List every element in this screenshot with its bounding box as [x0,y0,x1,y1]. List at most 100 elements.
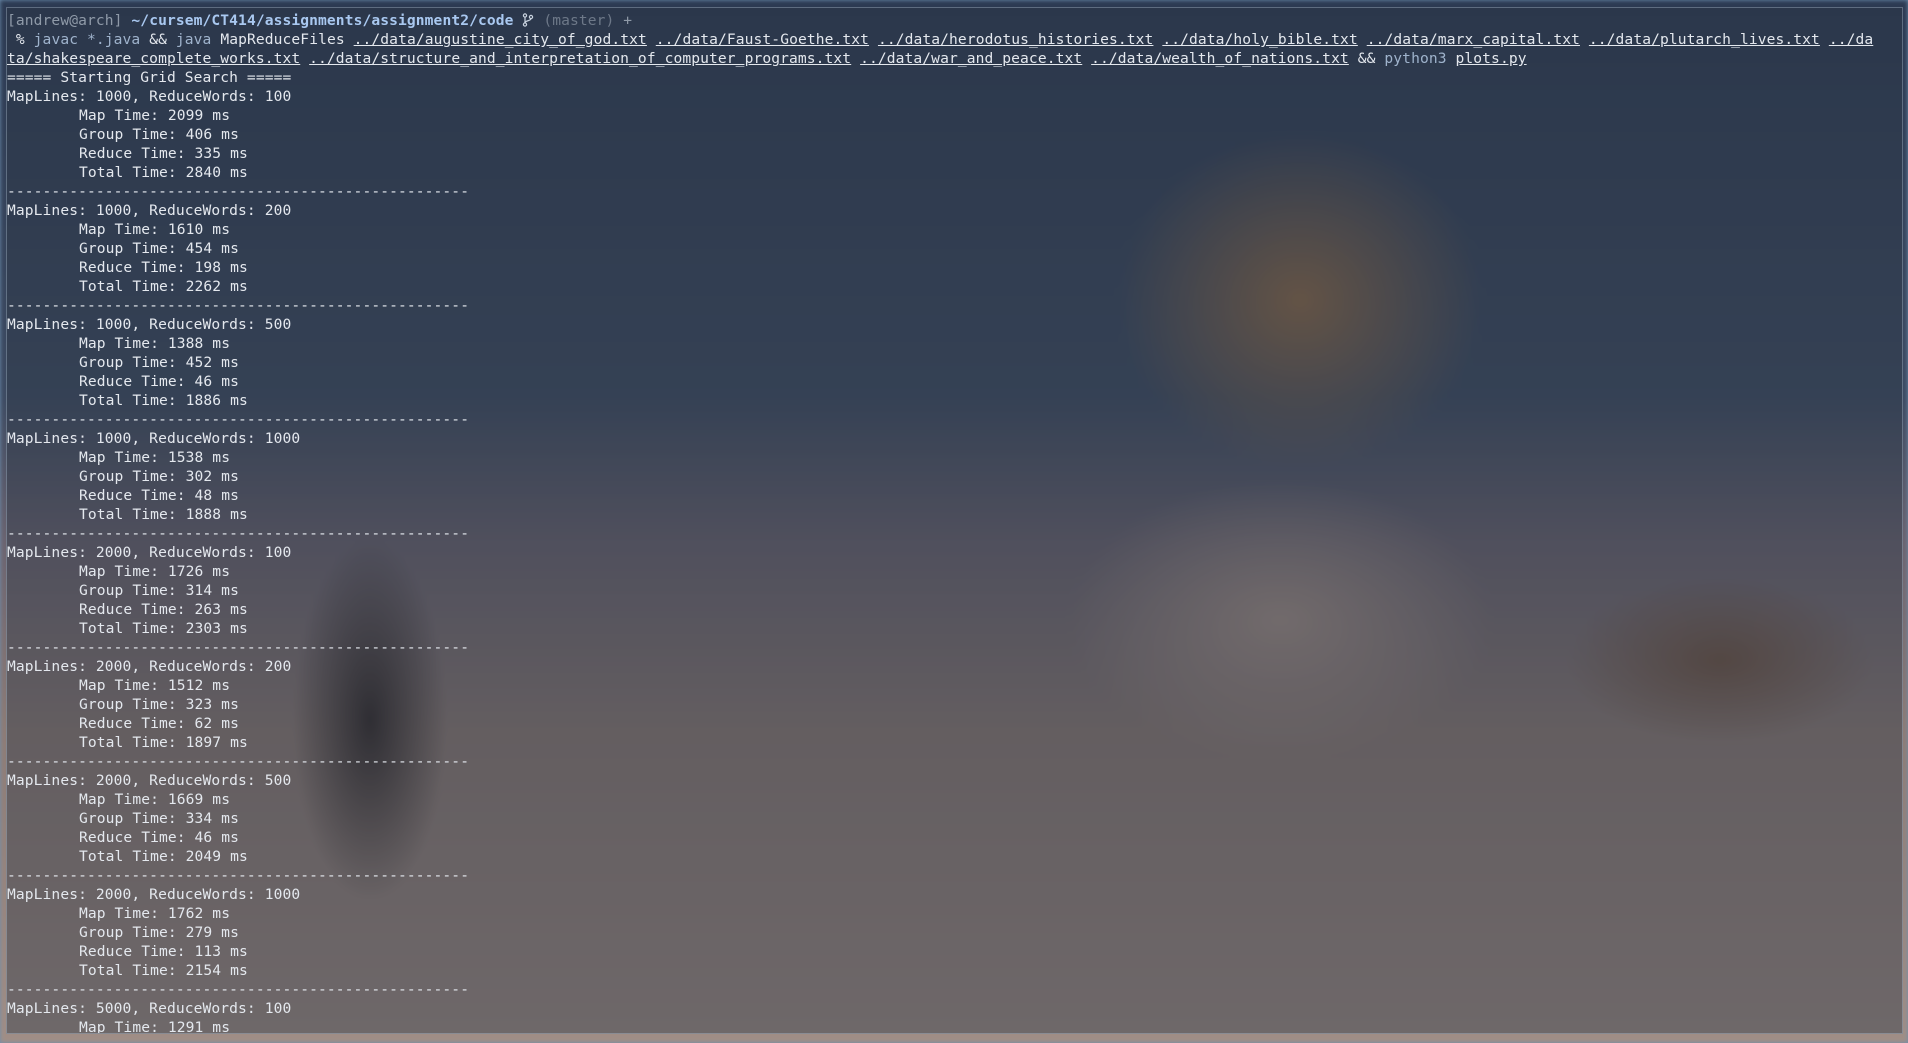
file-link[interactable]: ../data/augustine_city_of_god.txt [354,31,647,48]
run-header: MapLines: 2000, ReduceWords: 1000 [7,886,301,903]
total-time-value: 2049 ms [185,848,248,865]
command-op-and: && [149,31,167,48]
map-time-label: Map Time: [79,449,159,466]
reduce-time-value: 263 ms [194,601,248,618]
map-time-value: 1669 ms [167,791,231,808]
map-time-label: Map Time: [79,107,159,124]
group-time-row: Group Time: 314 ms [7,581,1902,600]
reduce-time-label: Reduce Time: [79,943,186,960]
reduce-time-row: Reduce Time: 46 ms [7,372,1902,391]
grid-search-banner: ===== Starting Grid Search ===== [7,69,292,86]
file-link[interactable]: ../data/Faust-Goethe.txt [656,31,869,48]
file-link[interactable]: ../data/war_and_peace.txt [860,50,1082,67]
run-header: MapLines: 2000, ReduceWords: 100 [7,544,292,561]
reduce-time-label: Reduce Time: [79,487,186,504]
run-header: MapLines: 1000, ReduceWords: 100 [7,88,292,105]
map-time-value: 1726 ms [167,563,231,580]
total-time-row: Total Time: 2049 ms [7,847,1902,866]
file-link[interactable]: ../data/herodotus_histories.txt [878,31,1153,48]
map-time-row: Map Time: 1669 ms [7,790,1902,809]
run-header: MapLines: 1000, ReduceWords: 1000 [7,430,301,447]
command-javac: javac [33,31,79,48]
total-time-row: Total Time: 2154 ms [7,961,1902,980]
reduce-time-value: 48 ms [194,487,239,504]
map-time-value: 1610 ms [167,221,231,238]
reduce-time-value: 62 ms [194,715,239,732]
group-time-value: 454 ms [185,240,239,257]
group-time-row: Group Time: 302 ms [7,467,1902,486]
separator-line: ----------------------------------------… [7,867,470,884]
map-time-label: Map Time: [79,905,159,922]
file-link-wrapped-start[interactable]: ../da [1829,31,1873,48]
reduce-time-label: Reduce Time: [79,715,186,732]
file-link[interactable]: ../data/structure_and_interpretation_of_… [309,50,851,67]
reduce-time-row: Reduce Time: 335 ms [7,144,1902,163]
file-link[interactable]: plots.py [1456,50,1527,67]
terminal-window[interactable]: [andrew@arch] ~/cursem/CT414/assignments… [6,7,1903,1034]
group-time-label: Group Time: [79,126,177,143]
separator-line: ----------------------------------------… [7,183,470,200]
total-time-value: 2840 ms [185,164,248,181]
run-result: MapLines: 2000, ReduceWords: 1000 Map Tim… [7,885,1902,999]
group-time-row: Group Time: 452 ms [7,353,1902,372]
total-time-label: Total Time: [79,962,177,979]
file-link[interactable]: ../data/marx_capital.txt [1367,31,1580,48]
reduce-time-value: 46 ms [194,373,239,390]
group-time-label: Group Time: [79,240,177,257]
file-link[interactable]: ../data/wealth_of_nations.txt [1091,50,1349,67]
group-time-label: Group Time: [79,354,177,371]
separator-line: ----------------------------------------… [7,981,470,998]
run-header: MapLines: 2000, ReduceWords: 500 [7,772,292,789]
map-time-value: 2099 ms [167,107,231,124]
separator-line: ----------------------------------------… [7,411,470,428]
map-time-value: 1512 ms [167,677,231,694]
file-link[interactable]: ../data/plutarch_lives.txt [1589,31,1820,48]
map-time-row: Map Time: 1388 ms [7,334,1902,353]
file-link[interactable]: ../data/holy_bible.txt [1162,31,1358,48]
file-link-wrapped-end[interactable]: ta/shakespeare_complete_works.txt [7,50,300,67]
group-time-value: 406 ms [185,126,239,143]
reduce-time-row: Reduce Time: 198 ms [7,258,1902,277]
map-time-value: 1291 ms [167,1019,231,1034]
total-time-label: Total Time: [79,620,177,637]
group-time-row: Group Time: 279 ms [7,923,1902,942]
group-time-label: Group Time: [79,696,177,713]
separator-line: ----------------------------------------… [7,297,470,314]
map-time-label: Map Time: [79,335,159,352]
separator-line: ----------------------------------------… [7,639,470,656]
reduce-time-row: Reduce Time: 263 ms [7,600,1902,619]
reduce-time-row: Reduce Time: 62 ms [7,714,1902,733]
prompt-branch: (master) [543,12,615,29]
prompt-symbol: % [15,31,25,48]
command-line-1[interactable]: % javac *.java && java MapReduceFiles ..… [7,30,1902,49]
total-time-row: Total Time: 2262 ms [7,277,1902,296]
total-time-label: Total Time: [79,848,177,865]
total-time-value: 2262 ms [185,278,248,295]
map-time-row: Map Time: 1762 ms [7,904,1902,923]
group-time-row: Group Time: 334 ms [7,809,1902,828]
map-time-row: Map Time: 1512 ms [7,676,1902,695]
separator-line: ----------------------------------------… [7,525,470,542]
total-time-row: Total Time: 1888 ms [7,505,1902,524]
run-results: MapLines: 1000, ReduceWords: 100 Map Time… [7,87,1902,999]
group-time-label: Group Time: [79,582,177,599]
run-result-partial: MapLines: 5000, ReduceWords: 100 Map Tim… [7,999,1902,1034]
run-result: MapLines: 1000, ReduceWords: 100 Map Time… [7,87,1902,201]
run-result: MapLines: 2000, ReduceWords: 100 Map Time… [7,543,1902,657]
separator-line: ----------------------------------------… [7,753,470,770]
run-result: MapLines: 1000, ReduceWords: 1000 Map Tim… [7,429,1902,543]
command-line-2[interactable]: ta/shakespeare_complete_works.txt ../dat… [7,49,1902,68]
map-time-label: Map Time: [79,221,159,238]
reduce-time-value: 198 ms [194,259,248,276]
group-time-value: 452 ms [185,354,239,371]
prompt-path: ~/cursem/CT414/assignments/assignment2/c… [131,12,514,29]
command-javac-arg: *.java [87,31,141,48]
total-time-row: Total Time: 1886 ms [7,391,1902,410]
map-time-value: 1538 ms [167,449,231,466]
run-header: MapLines: 1000, ReduceWords: 500 [7,316,292,333]
reduce-time-row: Reduce Time: 113 ms [7,942,1902,961]
map-time-row: Map Time: 1726 ms [7,562,1902,581]
total-time-label: Total Time: [79,506,177,523]
git-branch-icon [523,13,534,27]
group-time-value: 334 ms [185,810,239,827]
